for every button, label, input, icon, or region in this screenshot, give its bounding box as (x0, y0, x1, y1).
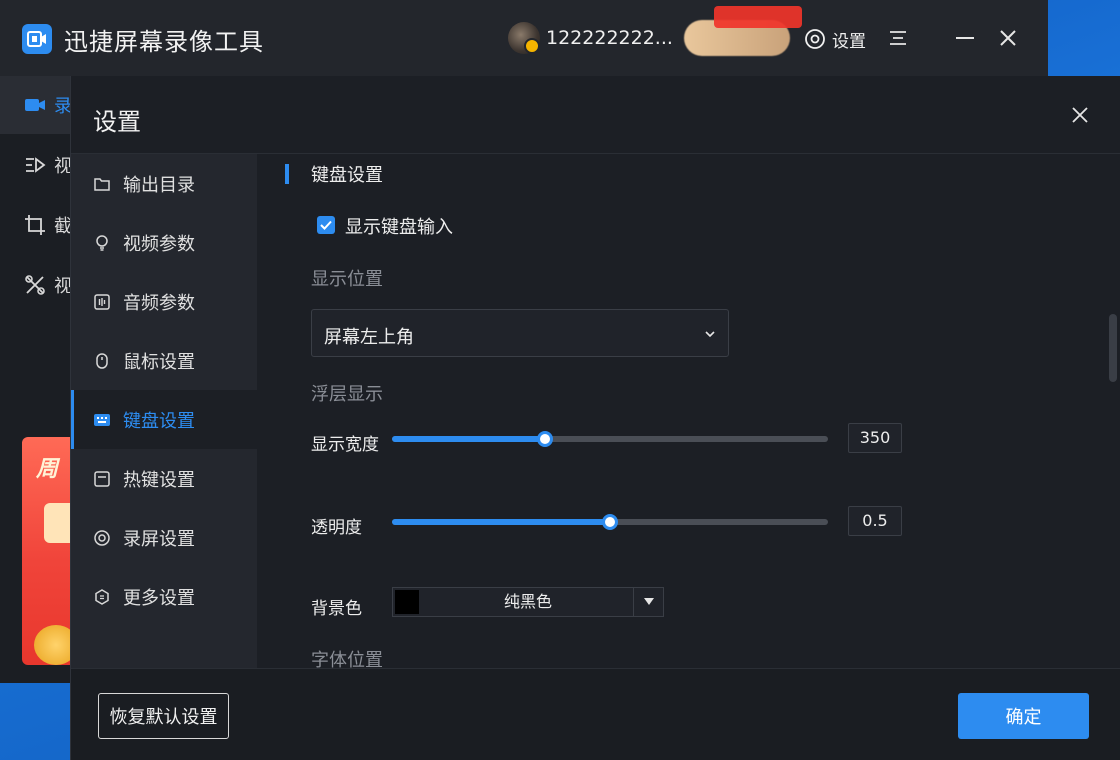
bg-color-label: 背景色 (311, 599, 362, 619)
video-camera-icon (25, 99, 45, 111)
width-slider[interactable] (392, 431, 828, 447)
close-window-icon[interactable] (998, 28, 1018, 48)
more-settings-icon (93, 588, 111, 606)
position-label: 显示位置 (311, 269, 383, 290)
vertical-scrollbar[interactable] (1109, 154, 1120, 668)
promo-banner[interactable]: 周 (22, 437, 70, 665)
section-title: 键盘设置 (311, 165, 383, 186)
promo-tag (714, 6, 802, 28)
menu-icon[interactable] (888, 28, 908, 48)
dialog-footer: 恢复默认设置 确定 (71, 668, 1120, 760)
scrollbar-thumb[interactable] (1109, 314, 1117, 382)
width-input[interactable]: 350 (848, 423, 902, 453)
close-icon[interactable] (1071, 106, 1089, 124)
record-icon (93, 529, 111, 547)
sidebar-item-label: 音频参数 (123, 292, 195, 314)
mouse-icon (93, 352, 111, 370)
sidebar-item-label: 鼠标设置 (123, 351, 195, 373)
sidebar-item-label: 更多设置 (123, 587, 195, 609)
caret-down-icon (644, 598, 654, 605)
dialog-title: 设置 (93, 108, 141, 136)
promo-card (44, 503, 70, 543)
opacity-slider[interactable] (392, 514, 828, 530)
sidebar-item-hotkeys[interactable]: 热键设置 (71, 449, 257, 508)
video-list-icon (26, 157, 46, 173)
main-nav-screenshot[interactable]: 截 (0, 196, 72, 254)
sidebar-item-label: 键盘设置 (123, 410, 195, 432)
dialog-header: 设置 (71, 76, 1120, 154)
color-name: 纯黑色 (503, 592, 552, 611)
sidebar-item-label: 热键设置 (123, 469, 195, 491)
opacity-input[interactable]: 0.5 (848, 506, 902, 536)
sidebar-item-output-dir[interactable]: 输出目录 (71, 154, 257, 213)
font-position-label: 字体位置 (311, 650, 383, 668)
opacity-slider-handle[interactable] (602, 514, 618, 530)
show-keyboard-label[interactable]: 显示键盘输入 (345, 213, 453, 239)
reset-defaults-button[interactable]: 恢复默认设置 (98, 693, 229, 739)
sidebar-item-video-params[interactable]: 视频参数 (71, 213, 257, 272)
folder-icon (93, 175, 111, 193)
ok-button[interactable]: 确定 (958, 693, 1089, 739)
keyboard-icon (93, 411, 111, 429)
sidebar-item-keyboard[interactable]: 键盘设置 (71, 390, 257, 449)
video-param-icon (93, 234, 111, 252)
audio-param-icon (93, 293, 111, 311)
checkmark-icon (320, 220, 332, 230)
width-slider-handle[interactable] (536, 431, 553, 447)
screenshot-icon (25, 215, 45, 235)
color-dropdown-button[interactable] (633, 588, 663, 616)
app-logo-icon (22, 24, 52, 54)
sidebar-item-label: 视频参数 (123, 233, 195, 255)
app-title: 迅捷屏幕录像工具 (64, 28, 264, 56)
opacity-slider-fill (392, 519, 610, 525)
sidebar-item-record[interactable]: 录屏设置 (71, 508, 257, 567)
position-select[interactable]: 屏幕左上角 (311, 309, 729, 357)
main-sidebar: 录 视 截 视 周 (0, 76, 72, 683)
section-accent-bar (285, 164, 289, 184)
title-bar: 迅捷屏幕录像工具 122222222... 设置 (0, 0, 1048, 76)
settings-sidebar: 输出目录 视频参数 音频参数 鼠标设置 键盘设置 热键设置 录屏设置 更多设置 (71, 154, 257, 668)
settings-button[interactable]: 设置 (804, 26, 866, 52)
vip-badge-icon (524, 38, 540, 54)
settings-dialog: 设置 输出目录 视频参数 音频参数 鼠标设置 键盘设置 热键设置 录屏设置 更多… (70, 76, 1120, 760)
keyboard-settings-panel: 键盘设置 显示键盘输入 显示位置 屏幕左上角 浮层显示 显示宽度 350 透明度… (257, 154, 1107, 668)
main-nav-video-tools[interactable]: 视 (0, 256, 72, 314)
minimize-icon[interactable] (954, 28, 976, 48)
opacity-label: 透明度 (311, 518, 362, 538)
username[interactable]: 122222222... (546, 27, 673, 49)
bg-color-picker[interactable]: 纯黑色 (392, 587, 664, 617)
sidebar-item-label: 输出目录 (123, 174, 195, 196)
overlay-label: 浮层显示 (311, 384, 383, 405)
main-nav-video-list[interactable]: 视 (0, 136, 72, 194)
video-tools-icon (25, 275, 45, 295)
show-keyboard-checkbox[interactable] (317, 216, 335, 234)
settings-label: 设置 (832, 31, 866, 52)
sidebar-item-audio-params[interactable]: 音频参数 (71, 272, 257, 331)
width-label: 显示宽度 (311, 435, 379, 455)
sidebar-item-mouse[interactable]: 鼠标设置 (71, 331, 257, 390)
width-slider-fill (392, 436, 545, 442)
sidebar-item-label: 录屏设置 (123, 528, 195, 550)
gear-icon (805, 29, 825, 49)
sidebar-item-more[interactable]: 更多设置 (71, 567, 257, 626)
coin-icon (34, 625, 70, 665)
chevron-down-icon (705, 331, 715, 338)
position-select-value: 屏幕左上角 (324, 327, 414, 348)
hotkey-icon (93, 470, 111, 488)
color-swatch (395, 590, 419, 614)
promo-banner-text: 周 (36, 457, 59, 482)
main-nav-record[interactable]: 录 (0, 76, 72, 134)
